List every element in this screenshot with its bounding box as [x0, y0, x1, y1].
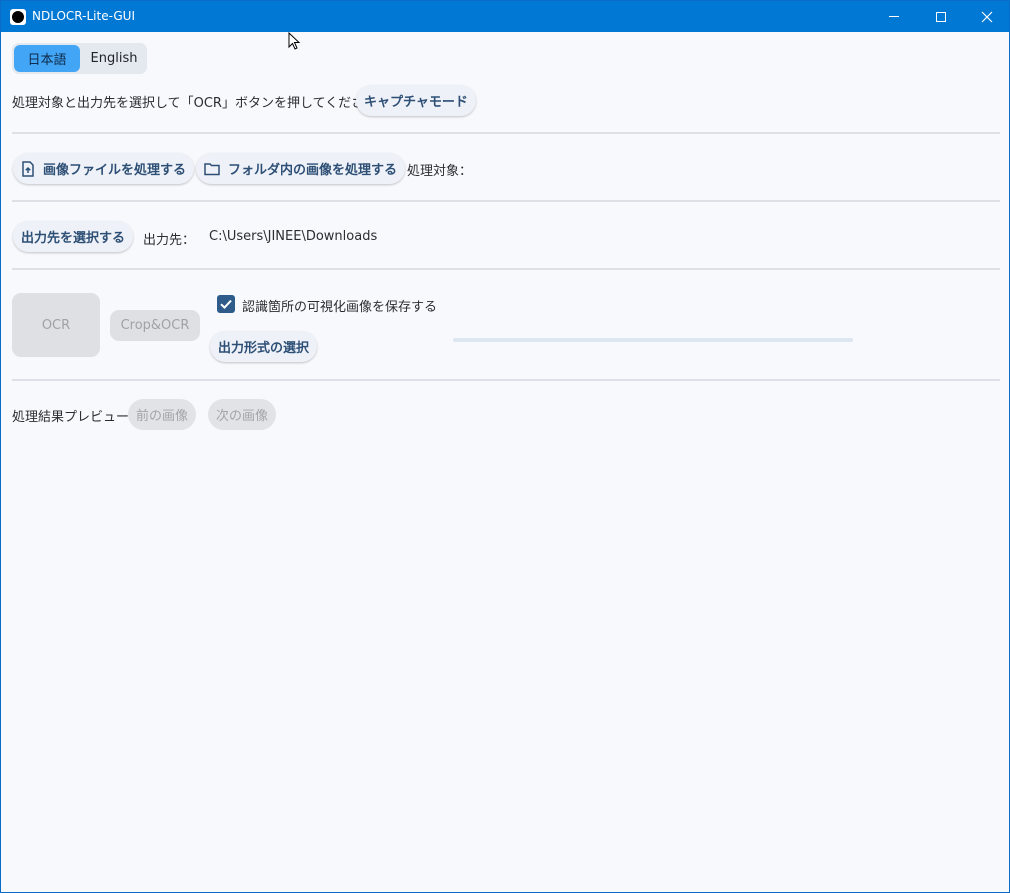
process-folder-button[interactable]: フォルダ内の画像を処理する [196, 153, 406, 184]
save-visualization-label[interactable]: 認識箇所の可視化画像を保存する [242, 296, 437, 315]
process-folder-label: フォルダ内の画像を処理する [228, 163, 398, 178]
preview-label: 処理結果プレビュー [12, 410, 130, 425]
mouse-cursor-icon [288, 32, 301, 50]
app-icon [10, 9, 26, 25]
language-option-en[interactable]: English [82, 45, 146, 72]
check-icon [220, 299, 232, 310]
maximize-icon [936, 11, 946, 22]
output-label: 出力先： [143, 233, 196, 248]
select-output-button[interactable]: 出力先を選択する [13, 221, 134, 252]
next-image-button[interactable]: 次の画像 [208, 399, 277, 430]
target-label: 処理対象： [407, 164, 473, 179]
ocr-button[interactable]: OCR [12, 293, 100, 357]
capture-mode-button[interactable]: キャプチャモード [356, 85, 476, 116]
preview-area [12, 441, 1000, 881]
instruction-text: 処理対象と出力先を選択して「OCR」ボタンを押してください [12, 96, 378, 111]
output-path: C:\Users\JINEE\Downloads [209, 229, 378, 244]
process-image-file-button[interactable]: 画像ファイルを処理する [13, 153, 195, 184]
minimize-button[interactable] [871, 1, 917, 32]
process-image-file-label: 画像ファイルを処理する [43, 163, 187, 178]
window-title: NDLOCR-Lite-GUI [32, 9, 135, 23]
crop-ocr-button[interactable]: Crop&OCR [110, 310, 200, 341]
divider [12, 200, 1000, 202]
folder-icon [204, 162, 220, 175]
divider [12, 268, 1000, 270]
save-visualization-checkbox[interactable] [217, 295, 235, 313]
minimize-icon [889, 16, 899, 17]
file-upload-icon [22, 160, 34, 177]
language-switch: 日本語 English [12, 43, 147, 74]
progress-bar [453, 338, 853, 342]
close-icon [981, 11, 993, 22]
maximize-button[interactable] [918, 1, 964, 32]
app-window: NDLOCR-Lite-GUI 日本語 English 処理対象と出力先を選択し… [0, 0, 1010, 893]
language-option-ja[interactable]: 日本語 [14, 45, 80, 72]
output-format-button[interactable]: 出力形式の選択 [210, 331, 318, 362]
divider [12, 132, 1000, 134]
divider [12, 379, 1000, 381]
title-bar[interactable]: NDLOCR-Lite-GUI [1, 1, 1009, 32]
previous-image-button[interactable]: 前の画像 [128, 399, 197, 430]
close-button[interactable] [964, 1, 1009, 32]
